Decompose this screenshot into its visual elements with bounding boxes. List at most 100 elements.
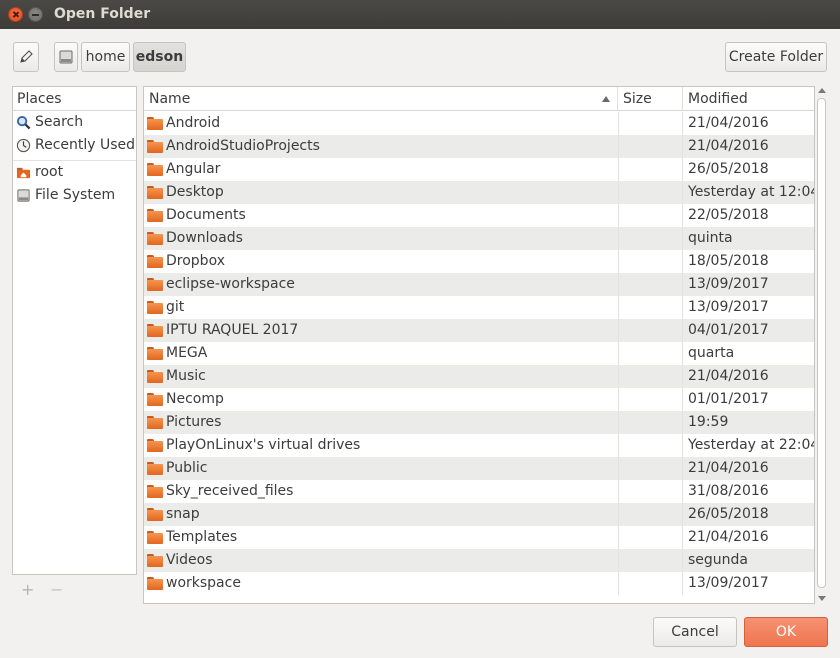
scrollbar-thumb[interactable] <box>817 98 826 588</box>
file-rows: Android 21/04/2016 AndroidStudioProjects 21… <box>144 112 815 595</box>
cancel-button[interactable]: Cancel <box>653 617 737 647</box>
file-size <box>618 204 683 227</box>
folder-icon <box>147 278 163 291</box>
folder-icon <box>147 324 163 337</box>
scroll-down-icon[interactable] <box>818 596 826 601</box>
table-row[interactable]: Android 21/04/2016 <box>144 112 814 135</box>
column-modified[interactable]: Modified <box>683 87 814 111</box>
file-name: Sky_received_files <box>166 483 294 499</box>
path-segment-home[interactable]: home <box>81 42 130 72</box>
table-row[interactable]: Dropbox 18/05/2018 <box>144 250 814 273</box>
file-list: Name Size Modified Android 21/04/2016 Andr… <box>143 86 815 604</box>
folder-icon <box>147 416 163 429</box>
file-list-scrollbar[interactable] <box>816 86 828 604</box>
file-size <box>618 296 683 319</box>
file-name: Angular <box>166 161 221 177</box>
file-size <box>618 365 683 388</box>
folder-icon <box>147 117 163 130</box>
place-label: root <box>35 164 64 180</box>
file-size <box>618 434 683 457</box>
type-location-button[interactable] <box>13 42 39 72</box>
minimize-window-button[interactable] <box>28 7 43 22</box>
file-name: Public <box>166 460 208 476</box>
place-file-system[interactable]: File System <box>13 184 136 207</box>
place-search[interactable]: Search <box>13 111 136 134</box>
clock-icon <box>16 138 31 153</box>
home-folder-icon <box>16 167 31 179</box>
table-row[interactable]: MEGA quarta <box>144 342 814 365</box>
file-modified: 13/09/2017 <box>688 299 769 315</box>
scroll-up-icon[interactable] <box>818 88 826 93</box>
file-name: eclipse-workspace <box>166 276 295 292</box>
title-bar: Open Folder <box>0 0 840 29</box>
column-name[interactable]: Name <box>144 87 618 111</box>
file-name: IPTU RAQUEL 2017 <box>166 322 299 338</box>
file-name: Videos <box>166 552 213 568</box>
folder-icon <box>147 347 163 360</box>
close-window-button[interactable] <box>8 7 23 22</box>
place-root[interactable]: root <box>13 161 136 184</box>
folder-icon <box>147 255 163 268</box>
folder-icon <box>147 485 163 498</box>
table-row[interactable]: Pictures 19:59 <box>144 411 814 434</box>
file-modified: Yesterday at 22:04 <box>688 437 815 453</box>
place-label: Recently Used <box>35 137 136 153</box>
table-row[interactable]: PlayOnLinux's virtual drives Yesterday at… <box>144 434 815 457</box>
file-name: Necomp <box>166 391 224 407</box>
place-label: Search <box>35 114 84 130</box>
table-row[interactable]: git 13/09/2017 <box>144 296 814 319</box>
remove-bookmark-button[interactable]: − <box>50 580 63 599</box>
table-row[interactable]: Documents 22/05/2018 <box>144 204 814 227</box>
table-row[interactable]: Angular 26/05/2018 <box>144 158 814 181</box>
file-name: Android <box>166 115 221 131</box>
file-name: PlayOnLinux's virtual drives <box>166 437 361 453</box>
file-modified: 21/04/2016 <box>688 115 769 131</box>
root-path-button[interactable] <box>54 42 78 72</box>
add-bookmark-button[interactable]: + <box>21 580 34 599</box>
folder-icon <box>147 301 163 314</box>
file-modified: 18/05/2018 <box>688 253 769 269</box>
folder-icon <box>147 370 163 383</box>
file-size <box>618 181 683 204</box>
table-row[interactable]: Public 21/04/2016 <box>144 457 814 480</box>
file-modified: quinta <box>688 230 733 246</box>
folder-icon <box>147 554 163 567</box>
table-row[interactable]: Downloads quinta <box>144 227 814 250</box>
table-row[interactable]: Templates 21/04/2016 <box>144 526 814 549</box>
places-panel: Places Search Recently Used root File Sy… <box>12 86 137 575</box>
ok-button[interactable]: OK <box>744 617 828 647</box>
file-size <box>618 135 683 158</box>
table-row[interactable]: Music 21/04/2016 <box>144 365 814 388</box>
file-modified: 21/04/2016 <box>688 460 769 476</box>
table-row[interactable]: Desktop Yesterday at 12:04 <box>144 181 814 204</box>
place-label: File System <box>35 187 116 203</box>
place-recently-used[interactable]: Recently Used <box>13 134 136 157</box>
file-modified: 04/01/2017 <box>688 322 769 338</box>
table-row[interactable]: Necomp 01/01/2017 <box>144 388 814 411</box>
file-modified: 01/01/2017 <box>688 391 769 407</box>
file-size <box>618 273 683 296</box>
folder-icon <box>147 232 163 245</box>
folder-icon <box>147 531 163 544</box>
file-modified: 21/04/2016 <box>688 529 769 545</box>
file-name: Music <box>166 368 206 384</box>
file-modified: 26/05/2018 <box>688 506 769 522</box>
file-size <box>618 112 683 135</box>
path-segment-edson[interactable]: edson <box>133 42 186 72</box>
table-row[interactable]: eclipse-workspace 13/09/2017 <box>144 273 814 296</box>
table-row[interactable]: Sky_received_files 31/08/2016 <box>144 480 814 503</box>
file-size <box>618 457 683 480</box>
table-row[interactable]: AndroidStudioProjects 21/04/2016 <box>144 135 814 158</box>
folder-icon <box>147 209 163 222</box>
table-row[interactable]: workspace 13/09/2017 <box>144 572 814 595</box>
table-row[interactable]: Videos segunda <box>144 549 814 572</box>
file-name: snap <box>166 506 200 522</box>
create-folder-button[interactable]: Create Folder <box>725 42 827 72</box>
pencil-icon <box>20 50 33 63</box>
file-modified: 22/05/2018 <box>688 207 769 223</box>
table-row[interactable]: snap 26/05/2018 <box>144 503 814 526</box>
drive-icon <box>59 50 73 64</box>
column-size[interactable]: Size <box>618 87 683 111</box>
file-size <box>618 227 683 250</box>
table-row[interactable]: IPTU RAQUEL 2017 04/01/2017 <box>144 319 814 342</box>
